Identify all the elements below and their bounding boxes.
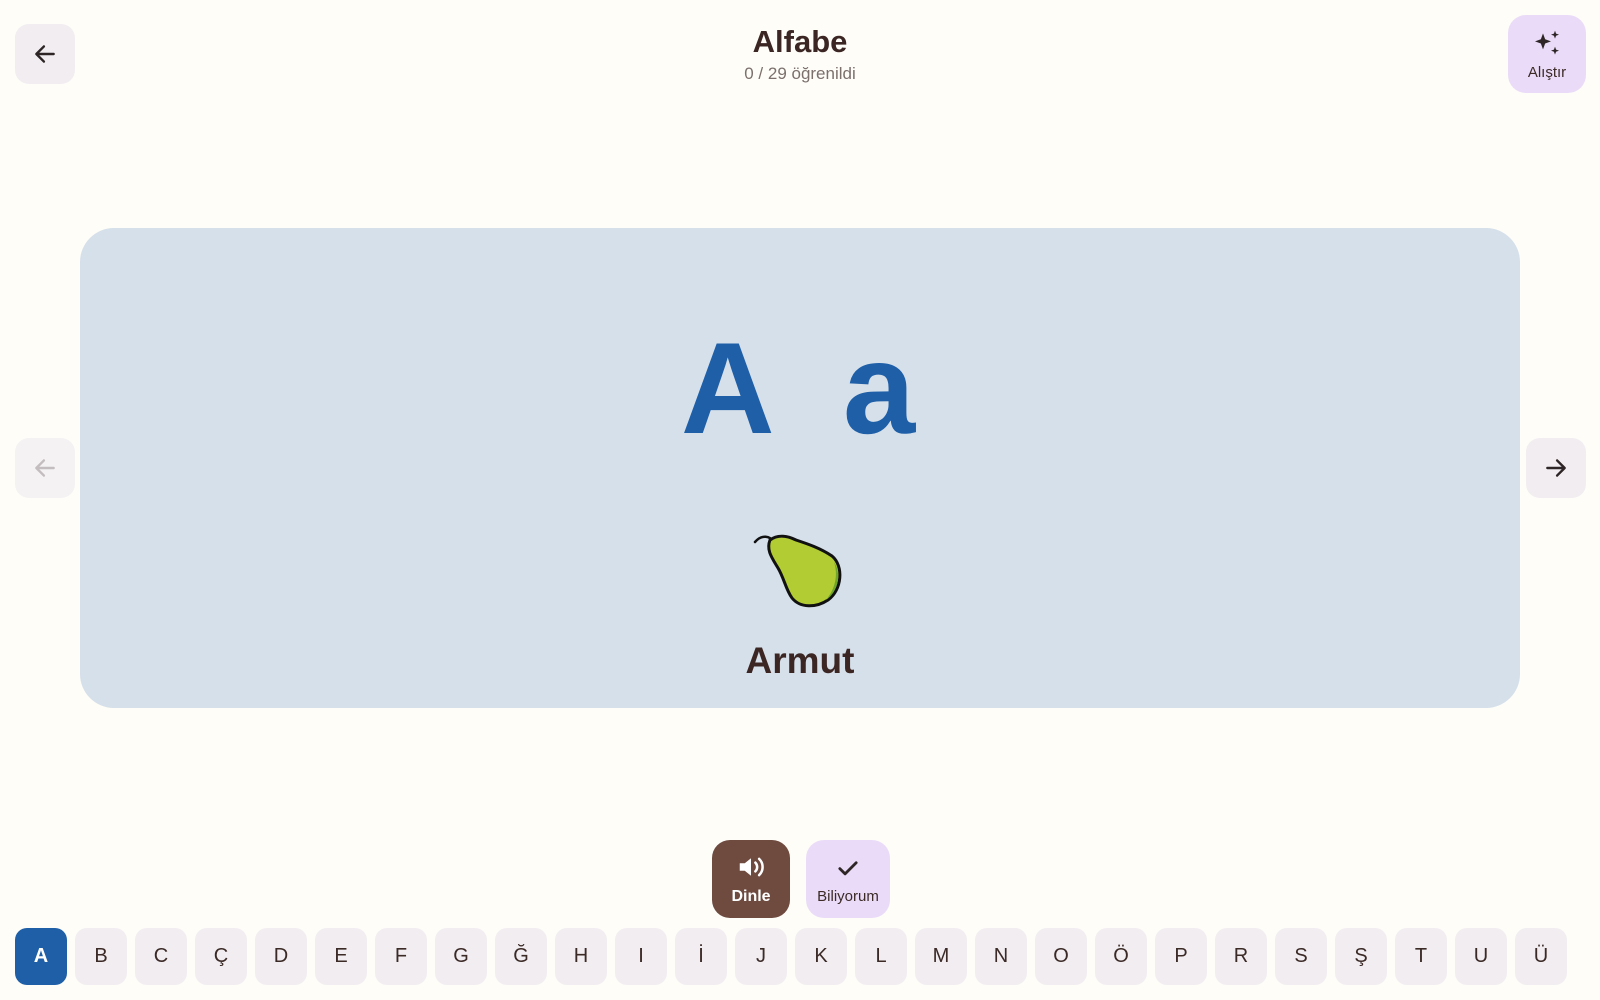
letter-key[interactable]: Ü [1515,928,1567,985]
arrow-left-icon [35,459,55,477]
letter-key[interactable]: D [255,928,307,985]
letter-key[interactable]: A [15,928,67,985]
speaker-icon [739,857,764,877]
letter-key[interactable]: Ş [1335,928,1387,985]
letter-key[interactable]: I [615,928,667,985]
letter-key[interactable]: K [795,928,847,985]
uppercase-letter: A [680,315,779,461]
letter-key[interactable]: M [915,928,967,985]
letter-key[interactable]: J [735,928,787,985]
letter-display: A a [80,313,1520,463]
letter-key[interactable]: F [375,928,427,985]
know-button[interactable]: Biliyorum [806,840,890,918]
next-letter-button[interactable] [1526,438,1586,498]
arrow-right-icon [1546,459,1566,477]
previous-letter-button[interactable] [15,438,75,498]
example-word: Armut [745,640,855,681]
practice-label: Alıştır [1527,63,1567,81]
letter-key[interactable]: H [555,928,607,985]
letter-key[interactable]: İ [675,928,727,985]
letter-key[interactable]: Ğ [495,928,547,985]
letter-key[interactable]: Ö [1095,928,1147,985]
letter-key[interactable]: U [1455,928,1507,985]
listen-button[interactable]: Dinle [712,840,790,918]
letter-key[interactable]: G [435,928,487,985]
page-title: Alfabe [752,24,848,59]
action-buttons: Dinle Biliyorum [712,840,890,918]
letter-card: A a Armut [80,228,1520,708]
letter-key[interactable]: C [135,928,187,985]
sparkles-icon [1535,30,1559,55]
letter-key[interactable]: S [1275,928,1327,985]
letter-key[interactable]: P [1155,928,1207,985]
listen-label: Dinle [731,888,771,905]
letter-key[interactable]: O [1035,928,1087,985]
letter-key[interactable]: B [75,928,127,985]
letter-key[interactable]: Ç [195,928,247,985]
lowercase-letter: a [842,315,920,461]
letter-key[interactable]: R [1215,928,1267,985]
progress-text: 0 / 29 öğrenildi [744,64,856,83]
pear-icon [753,534,842,608]
alphabet-strip: ABCÇDEFGĞHIİJKLMNOÖPRSŞTUÜ [15,928,1567,985]
letter-key[interactable]: L [855,928,907,985]
check-icon [838,860,858,875]
letter-key[interactable]: N [975,928,1027,985]
know-label: Biliyorum [817,887,879,905]
letter-key[interactable]: E [315,928,367,985]
letter-key[interactable]: T [1395,928,1447,985]
practice-button[interactable]: Alıştır [1508,15,1586,93]
page-header: Alfabe 0 / 29 öğrenildi [0,24,1600,84]
